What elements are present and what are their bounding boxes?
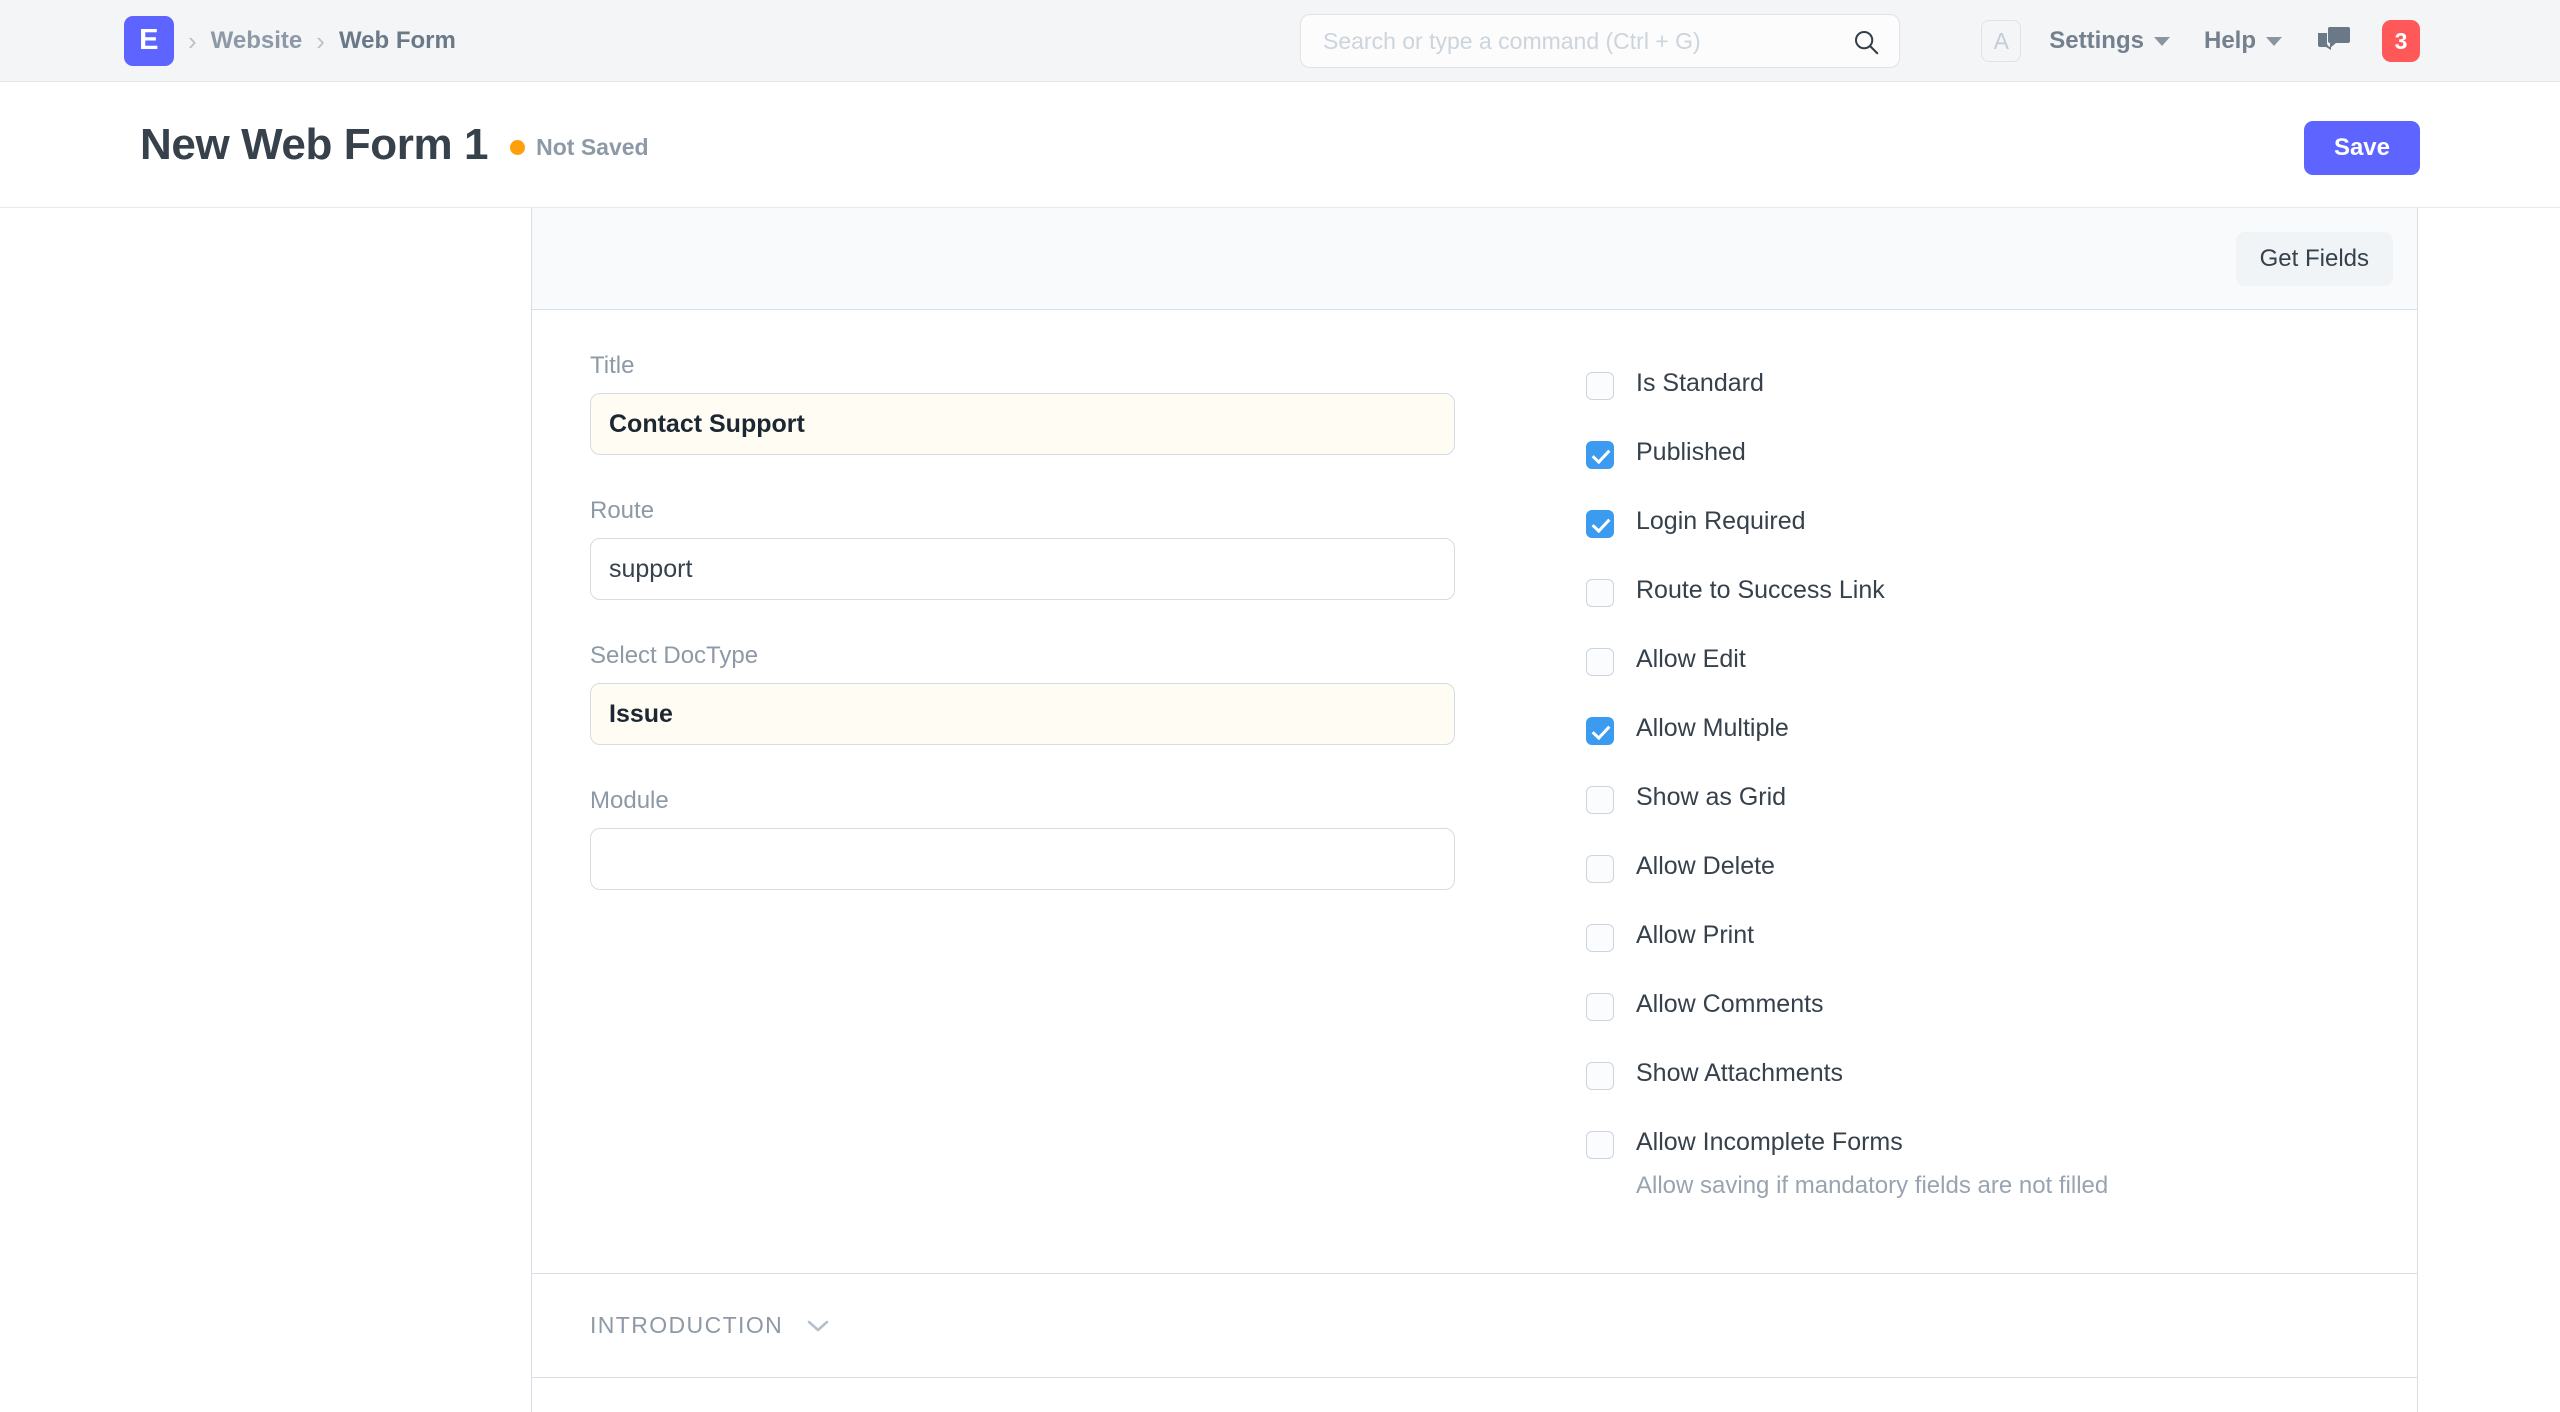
- page-title: New Web Form 1: [140, 119, 489, 169]
- chevron-down-icon[interactable]: [805, 1318, 831, 1334]
- checkbox-label: Login Required: [1636, 507, 1806, 535]
- form-main-section: Title Route Select DocType Module: [532, 310, 2417, 1274]
- notification-badge[interactable]: 3: [2382, 20, 2420, 62]
- breadcrumb-item-website[interactable]: Website: [211, 27, 303, 55]
- page-body: Get Fields Title Route Select DocType Mo…: [0, 208, 2560, 1412]
- help-menu-label: Help: [2203, 27, 2256, 54]
- checkbox-label: Allow Edit: [1636, 645, 1746, 673]
- form-toolbar: Get Fields: [532, 208, 2417, 310]
- checkbox-show-as-grid[interactable]: Show as Grid: [1586, 783, 2359, 814]
- checkbox-allow-print[interactable]: Allow Print: [1586, 921, 2359, 952]
- checkbox-label: Allow Comments: [1636, 990, 1824, 1018]
- app-logo[interactable]: E: [124, 15, 174, 66]
- checkbox-label: Show as Grid: [1636, 783, 1787, 811]
- checkbox-box-icon[interactable]: [1586, 1131, 1614, 1159]
- checkbox-label: Is Standard: [1636, 369, 1764, 397]
- checkbox-box-icon[interactable]: [1586, 579, 1614, 607]
- field-title: Title: [590, 352, 1490, 455]
- checkbox-allow-delete[interactable]: Allow Delete: [1586, 852, 2359, 883]
- top-navbar: E › Website › Web Form A Settings Help: [0, 0, 2560, 82]
- field-title-label: Title: [590, 352, 635, 379]
- checkbox-label: Route to Success Link: [1636, 576, 1885, 604]
- field-route: Route: [590, 497, 1490, 600]
- module-input[interactable]: [590, 828, 1455, 890]
- save-button[interactable]: Save: [2303, 121, 2420, 175]
- avatar[interactable]: A: [1981, 20, 2022, 62]
- breadcrumb-separator-icon: ›: [316, 25, 325, 56]
- select-doctype-input[interactable]: [590, 683, 1455, 745]
- search-box[interactable]: [1300, 14, 1900, 68]
- search-input[interactable]: [1323, 27, 1877, 55]
- checkbox-allow-edit[interactable]: Allow Edit: [1586, 645, 2359, 676]
- checkbox-box-icon[interactable]: [1586, 372, 1614, 400]
- checkbox-box-icon[interactable]: [1586, 924, 1614, 952]
- breadcrumb: E › Website › Web Form: [124, 15, 456, 66]
- form-tail-spacer: [532, 1378, 2417, 1412]
- global-search-wrapper: [1300, 14, 1900, 68]
- checkbox-published[interactable]: Published: [1586, 438, 2359, 469]
- chevron-down-icon: [2153, 36, 2170, 46]
- route-input[interactable]: [590, 538, 1455, 600]
- checkbox-box-checked-icon[interactable]: [1586, 717, 1614, 745]
- chat-bubbles-icon[interactable]: [2316, 25, 2352, 57]
- checkbox-show-attachments[interactable]: Show Attachments: [1586, 1059, 2359, 1090]
- status-label: Not Saved: [536, 134, 649, 160]
- settings-menu-label: Settings: [2049, 27, 2144, 54]
- section-introduction[interactable]: INTRODUCTION: [532, 1274, 2417, 1378]
- checkbox-box-icon[interactable]: [1586, 993, 1614, 1021]
- form-container: Get Fields Title Route Select DocType Mo…: [531, 208, 2418, 1412]
- checkbox-box-icon[interactable]: [1586, 1062, 1614, 1090]
- page-header: New Web Form 1 Not Saved Save: [0, 82, 2560, 208]
- form-left-column: Title Route Select DocType Module: [590, 352, 1550, 1239]
- field-select-doctype-label: Select DocType: [590, 642, 759, 669]
- checkbox-label: Allow Incomplete Forms: [1636, 1128, 1903, 1156]
- checkbox-is-standard[interactable]: Is Standard: [1586, 369, 2359, 400]
- status-badge: Not Saved: [510, 128, 649, 161]
- search-icon[interactable]: [1851, 27, 1881, 62]
- breadcrumb-item-web-form[interactable]: Web Form: [339, 27, 456, 55]
- checkbox-box-checked-icon[interactable]: [1586, 441, 1614, 469]
- field-module-label: Module: [590, 787, 669, 814]
- checkbox-allow-incomplete-forms[interactable]: Allow Incomplete Forms: [1586, 1128, 2359, 1159]
- checkbox-login-required[interactable]: Login Required: [1586, 507, 2359, 538]
- checkbox-box-icon[interactable]: [1586, 786, 1614, 814]
- checkbox-box-checked-icon[interactable]: [1586, 510, 1614, 538]
- field-route-label: Route: [590, 497, 655, 524]
- checkbox-label: Published: [1636, 438, 1746, 466]
- checkbox-label: Allow Delete: [1636, 852, 1775, 880]
- form-right-column: Is Standard Published Login Required Rou…: [1550, 352, 2359, 1239]
- checkbox-box-icon[interactable]: [1586, 648, 1614, 676]
- help-menu[interactable]: Help: [2204, 27, 2282, 55]
- checkbox-allow-comments[interactable]: Allow Comments: [1586, 990, 2359, 1021]
- navbar-right-group: A Settings Help 3: [1981, 0, 2420, 82]
- title-input[interactable]: [590, 393, 1455, 455]
- field-module: Module: [590, 787, 1490, 890]
- checkbox-description: Allow saving if mandatory fields are not…: [1636, 1172, 2109, 1199]
- checkbox-allow-multiple[interactable]: Allow Multiple: [1586, 714, 2359, 745]
- checkbox-label: Show Attachments: [1636, 1059, 1844, 1087]
- checkbox-box-icon[interactable]: [1586, 855, 1614, 883]
- status-dot-icon: [510, 140, 526, 155]
- field-select-doctype: Select DocType: [590, 642, 1490, 745]
- settings-menu[interactable]: Settings: [2049, 27, 2170, 55]
- get-fields-button[interactable]: Get Fields: [2235, 231, 2393, 286]
- section-introduction-title: INTRODUCTION: [590, 1312, 784, 1338]
- chevron-down-icon: [2266, 36, 2282, 46]
- checkbox-route-to-success-link[interactable]: Route to Success Link: [1586, 576, 2359, 607]
- checkbox-label: Allow Multiple: [1636, 714, 1789, 742]
- checkbox-label: Allow Print: [1636, 921, 1755, 949]
- breadcrumb-separator-icon: ›: [188, 25, 197, 56]
